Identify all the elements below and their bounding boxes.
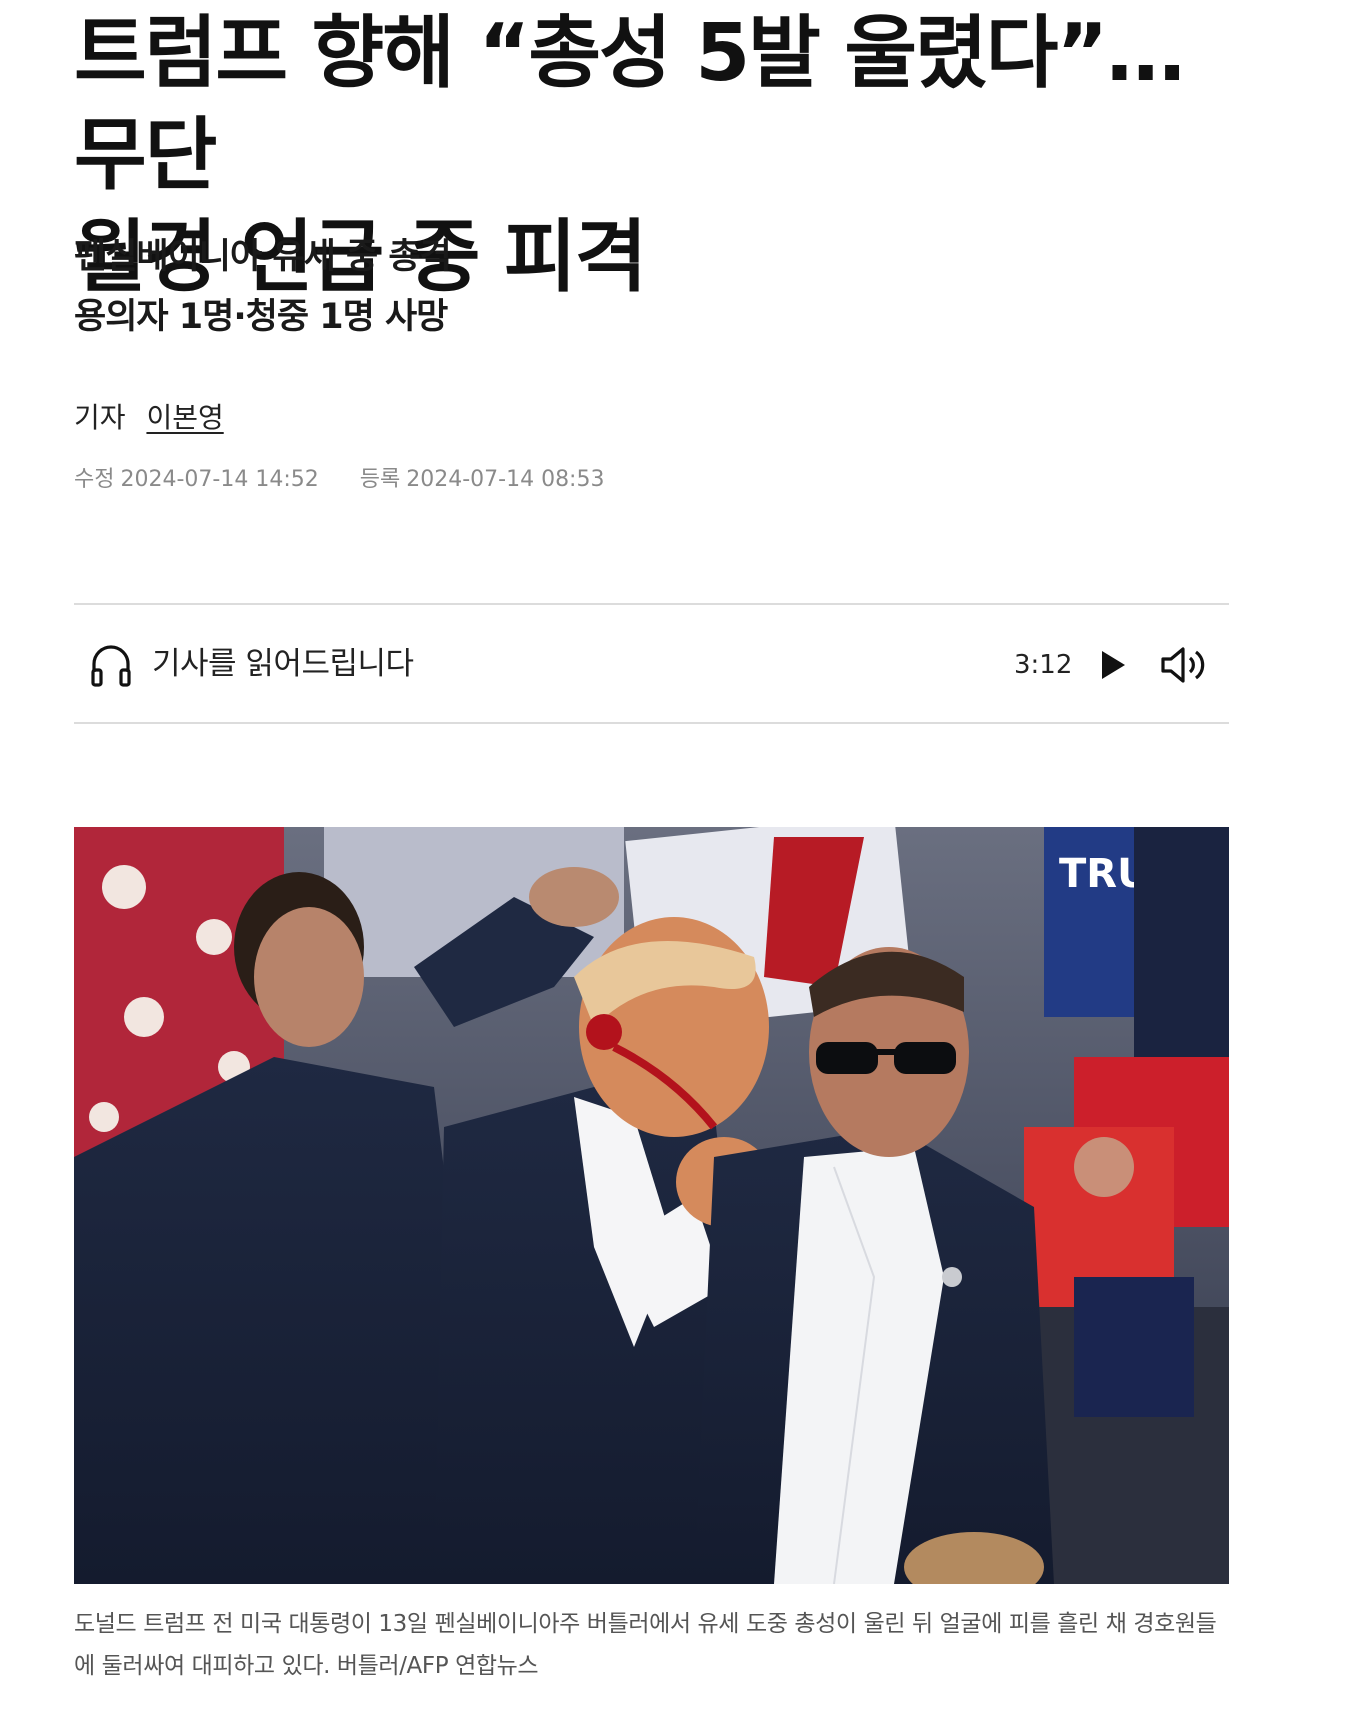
reporter-name-link[interactable]: 이본영 (146, 401, 223, 434)
subheadline-line-2: 용의자 1명·청중 1명 사망 (74, 297, 448, 337)
play-icon (1102, 651, 1125, 679)
volume-button[interactable] (1159, 643, 1211, 687)
audio-duration: 3:12 (1014, 650, 1073, 680)
modified-date: 수정 2024-07-14 14:52 (74, 463, 319, 497)
article-photo: TRU 20 (74, 827, 1229, 1584)
byline: 기자 이본영 (74, 398, 224, 438)
photo-caption: 도널드 트럼프 전 미국 대통령이 13일 펜실베이니아주 버틀러에서 유세 도… (74, 1611, 1217, 1679)
modified-date-value: 2024-07-14 14:52 (120, 467, 319, 492)
modified-date-label: 수정 (74, 467, 115, 492)
article-dates: 수정 2024-07-14 14:52 등록 2024-07-14 08:53 (74, 463, 604, 497)
volume-icon (1161, 647, 1205, 683)
registered-date-value: 2024-07-14 08:53 (406, 467, 605, 492)
registered-date: 등록 2024-07-14 08:53 (360, 463, 605, 497)
audio-player: 기사를 읽어드립니다 3:12 (74, 603, 1229, 724)
article-subheadline: 펜실베이니아 유세 중 총격 용의자 1명·청중 1명 사망 (74, 227, 452, 347)
audio-player-label: 기사를 읽어드립니다 (152, 646, 414, 682)
play-button[interactable] (1090, 643, 1134, 687)
headline-line-1: 트럼프 향해 “총성 5발 울렸다”…무단 (74, 7, 1185, 201)
article: 트럼프 향해 “총성 5발 울렸다”…무단 월경 언급 중 피격 펜실베이니아 … (74, 0, 1229, 1679)
news-photo-illustration: TRU 20 (74, 827, 1229, 1584)
registered-date-label: 등록 (359, 467, 401, 492)
reporter-label: 기자 (74, 401, 126, 434)
subheadline-line-1: 펜실베이니아 유세 중 총격 (74, 237, 452, 277)
headphone-icon (90, 642, 132, 688)
